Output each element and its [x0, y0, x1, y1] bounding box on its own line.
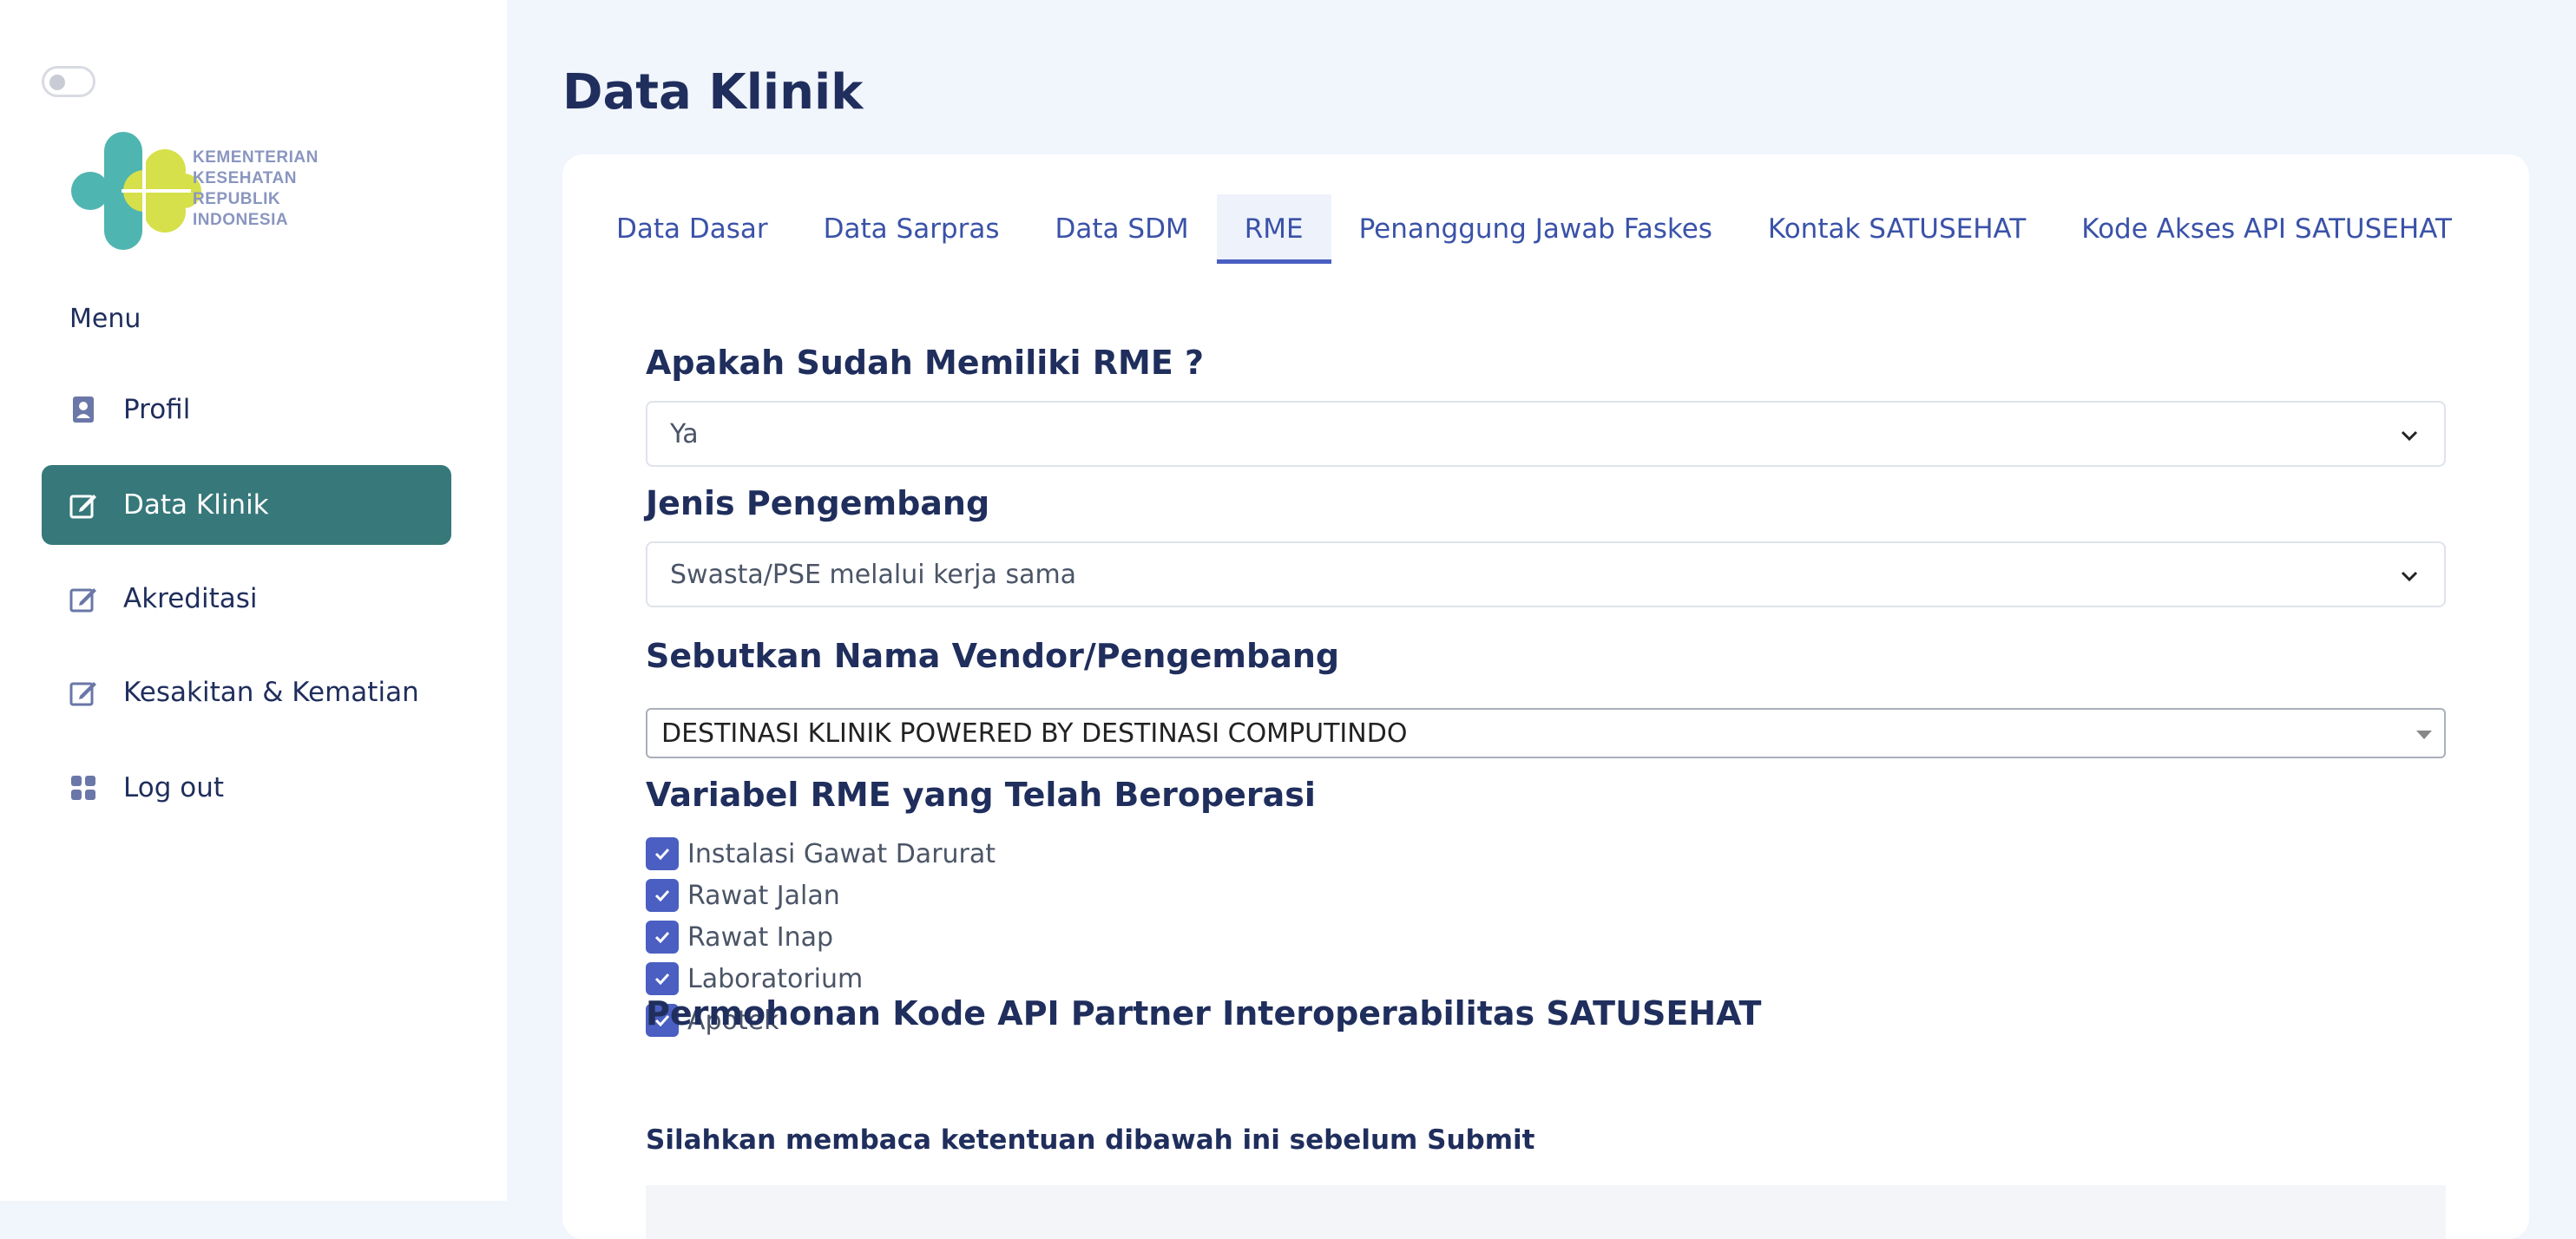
page-title: Data Klinik [562, 64, 864, 121]
rme-select-value: Ya [670, 418, 699, 449]
rme-select[interactable]: Ya [646, 401, 2446, 467]
tab-data-sdm[interactable]: Data SDM [1028, 194, 1217, 264]
logo-line-2: KESEHATAN [193, 169, 297, 187]
sidebar-item-label: Akreditasi [123, 583, 258, 614]
checkbox-row[interactable]: Instalasi Gawat Darurat [646, 833, 996, 875]
tab-kode-akses-api[interactable]: Kode Akses API SATUSEHAT [2054, 194, 2480, 264]
chevron-down-icon [2401, 571, 2418, 582]
checkbox-checked[interactable] [646, 837, 679, 870]
sidebar-item-label: Kesakitan & Kematian [123, 677, 419, 708]
checkbox-label: Rawat Jalan [687, 880, 840, 911]
edit-icon [68, 489, 99, 521]
chevron-down-icon [2401, 430, 2418, 442]
vendor-name-value: DESTINASI KLINIK POWERED BY DESTINASI CO… [661, 718, 1408, 749]
developer-type-select[interactable]: Swasta/PSE melalui kerja sama [646, 541, 2446, 607]
toggle-knob [49, 75, 65, 90]
checkbox-checked[interactable] [646, 921, 679, 954]
developer-type-label: Jenis Pengembang [646, 484, 990, 522]
contact-book-icon [68, 394, 99, 425]
tab-data-dasar[interactable]: Data Dasar [588, 194, 796, 264]
terms-box [646, 1185, 2446, 1239]
api-request-note: Silahkan membaca ketentuan dibawah ini s… [646, 1124, 1535, 1156]
tab-penanggung-jawab-faskes[interactable]: Penanggung Jawab Faskes [1331, 194, 1740, 264]
tab-kontak-satusehat[interactable]: Kontak SATUSEHAT [1740, 194, 2054, 264]
rme-question-label: Apakah Sudah Memiliki RME ? [646, 344, 1205, 382]
caret-down-icon [2416, 731, 2432, 739]
sidebar-item-data-klinik[interactable]: Data Klinik [42, 465, 451, 545]
checkbox-label: Laboratorium [687, 963, 864, 994]
tab-data-sarpras[interactable]: Data Sarpras [796, 194, 1028, 264]
logo-text: KEMENTERIAN KESEHATAN REPUBLIK INDONESIA [193, 148, 319, 231]
logo-line-3: REPUBLIK [193, 190, 281, 208]
checkbox-row[interactable]: Laboratorium [646, 958, 996, 1000]
logo-line-1: KEMENTERIAN [193, 148, 319, 167]
sidebar-item-label: Data Klinik [123, 489, 269, 521]
logo-line-4: INDONESIA [193, 211, 289, 229]
sidebar-item-akreditasi[interactable]: Akreditasi [42, 559, 451, 639]
edit-icon [68, 677, 99, 708]
tab-rme[interactable]: RME [1216, 194, 1331, 264]
sidebar-item-label: Profil [123, 394, 191, 425]
api-request-heading: Permohonan Kode API Partner Interoperabi… [646, 994, 1762, 1032]
edit-icon [68, 583, 99, 614]
vendor-name-label: Sebutkan Nama Vendor/Pengembang [646, 637, 1340, 675]
theme-toggle[interactable] [42, 66, 95, 97]
checkbox-checked[interactable] [646, 962, 679, 995]
menu-title: Menu [69, 304, 141, 334]
developer-type-value: Swasta/PSE melalui kerja sama [670, 559, 1077, 590]
sidebar-item-profil[interactable]: Profil [42, 370, 451, 449]
checkbox-label: Instalasi Gawat Darurat [687, 838, 996, 869]
grid-icon [68, 772, 99, 803]
checkbox-row[interactable]: Rawat Jalan [646, 875, 996, 916]
checkbox-label: Rawat Inap [687, 921, 834, 953]
checkbox-checked[interactable] [646, 879, 679, 912]
content-card: Data Dasar Data Sarpras Data SDM RME Pen… [562, 154, 2529, 1239]
sidebar-item-log-out[interactable]: Log out [42, 748, 451, 828]
vendor-name-select[interactable]: DESTINASI KLINIK POWERED BY DESTINASI CO… [646, 708, 2446, 758]
sidebar: KEMENTERIAN KESEHATAN REPUBLIK INDONESIA… [0, 0, 507, 1201]
variables-label: Variabel RME yang Telah Beroperasi [646, 776, 1316, 814]
tab-bar: Data Dasar Data Sarpras Data SDM RME Pen… [588, 194, 2480, 264]
checkbox-row[interactable]: Rawat Inap [646, 916, 996, 958]
sidebar-item-kesakitan-kematian[interactable]: Kesakitan & Kematian [42, 652, 451, 732]
sidebar-item-label: Log out [123, 772, 224, 803]
